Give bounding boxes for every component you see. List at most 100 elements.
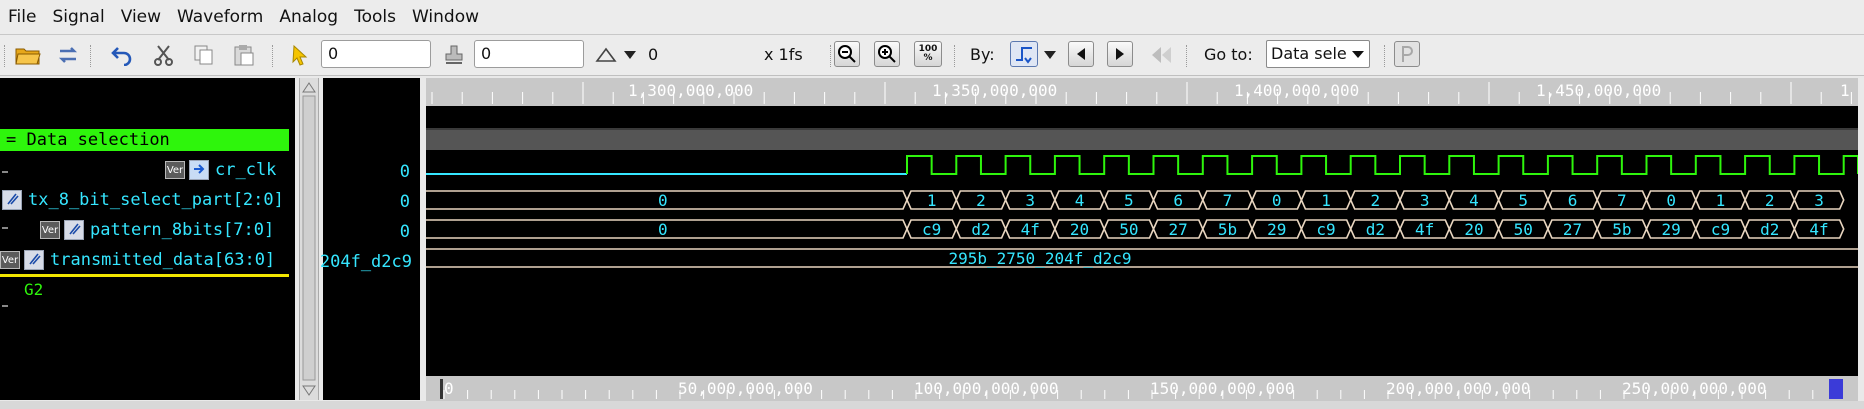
bus-value: 20 [1070, 220, 1089, 239]
bus-value: 7 [1617, 191, 1627, 210]
search-previous-icon[interactable] [1068, 41, 1094, 67]
tx-select-bus-waveform[interactable]: 1 2 3 4 5 6 7 0 1 2 3 4 5 6 7 0 1 2 3 [426, 190, 1845, 210]
bus-value: 2 [1765, 191, 1775, 210]
bus-value: 4f [1809, 220, 1828, 239]
overview-label: 0 [444, 379, 454, 398]
overview-viewport-indicator[interactable] [1829, 379, 1843, 399]
verilog-badge-icon: Ver [40, 221, 60, 239]
bus-value: 5b [1218, 220, 1237, 239]
toolbar-grip [4, 45, 7, 67]
bus-value: 5b [1612, 220, 1631, 239]
menu-signal[interactable]: Signal [44, 0, 112, 34]
signal-value: 204f_d2c9 [319, 252, 412, 272]
group-row-g2[interactable]: G2 [24, 276, 43, 302]
toolbar-separator [90, 45, 93, 67]
menu-window[interactable]: Window [404, 0, 487, 34]
reload-icon[interactable] [54, 41, 82, 69]
bus-value: 50 [1119, 220, 1138, 239]
clock-waveform[interactable] [426, 155, 1859, 175]
bus-value: c9 [1316, 220, 1335, 239]
search-back-disabled-icon[interactable] [1148, 41, 1176, 69]
transmitted-bus-waveform[interactable] [426, 248, 1858, 268]
bus-value: 50 [1514, 220, 1533, 239]
bus-value: 4 [1075, 191, 1085, 210]
overview-label: 150,000,000,000 [1150, 379, 1295, 398]
bus-value: 6 [1568, 191, 1578, 210]
signal-name: transmitted_data[63:0] [50, 250, 276, 270]
overview-label: 250,000,000,000 [1622, 379, 1767, 398]
bus-value: 0 [658, 191, 668, 210]
pause-disabled-icon[interactable] [1394, 41, 1420, 67]
bus-value: d2 [971, 220, 990, 239]
menu-view[interactable]: View [113, 0, 169, 34]
bus-signal-icon [64, 220, 84, 240]
ruler-label: 1,350,000,000 [932, 81, 1057, 100]
bus-value: 295b_2750_204f_d2c9 [948, 249, 1131, 268]
cursor-time-input[interactable]: 0 [321, 40, 431, 68]
menu-analog[interactable]: Analog [271, 0, 346, 34]
select-pointer-icon[interactable] [286, 41, 314, 69]
bus-value: c9 [922, 220, 941, 239]
ruler-label: 1,400,000,000 [1234, 81, 1359, 100]
group-band [426, 128, 1858, 150]
delta-icon [592, 41, 620, 69]
undo-icon[interactable] [108, 41, 136, 69]
bus-value: 27 [1169, 220, 1188, 239]
bus-value: 7 [1223, 191, 1233, 210]
bus-value: 2 [1371, 191, 1381, 210]
ruler-label: 1,300,000,000 [628, 81, 753, 100]
menu-file[interactable]: File [0, 0, 44, 34]
menu-waveform[interactable]: Waveform [169, 0, 271, 34]
bus-value: 1 [1716, 191, 1726, 210]
bus-value: d2 [1760, 220, 1779, 239]
signal-row-tx-select[interactable]: tx_8_bit_select_part[2:0] [2, 187, 284, 213]
search-next-icon[interactable] [1107, 41, 1133, 67]
search-by-edge-icon[interactable] [1010, 41, 1038, 67]
signal-row-transmitted[interactable]: Ver transmitted_data[63:0] [0, 247, 275, 273]
cut-icon[interactable] [150, 41, 178, 69]
toolbar-separator [1384, 45, 1387, 67]
zoom-in-icon[interactable] [874, 41, 900, 67]
signal-value: 0 [399, 192, 410, 212]
signal-row-pattern[interactable]: Ver pattern_8bits[7:0] [40, 217, 274, 243]
goto-dropdown-icon [1351, 41, 1367, 67]
toolbar: 0 0 0 x 1fs 100 % By: Go to: Data sele [0, 35, 1864, 76]
open-folder-icon[interactable] [14, 41, 42, 69]
verilog-badge-icon: Ver [0, 251, 20, 269]
bus-value: 0 [1272, 191, 1282, 210]
pattern-bus-waveform[interactable]: c9 d2 4f 20 50 27 5b 29 c9 d2 4f 20 50 27 5b 29 c9 d2 4f [426, 219, 1845, 239]
toolbar-separator [1186, 45, 1189, 67]
bus-value: 5 [1518, 191, 1528, 210]
marker-icon[interactable] [440, 41, 468, 69]
waveform-canvas[interactable]: 1,300,000,000 1,350,000,000 1,400,000,00… [426, 78, 1859, 403]
ruler-label: 1 [1840, 81, 1850, 100]
search-by-dropdown-icon[interactable] [1042, 41, 1058, 69]
bus-value: 0 [1666, 191, 1676, 210]
signal-name: pattern_8bits[7:0] [90, 220, 275, 240]
bus-value: 3 [1814, 191, 1824, 210]
copy-icon[interactable] [190, 41, 218, 69]
goto-select[interactable]: Data sele [1266, 40, 1370, 68]
signal-value-pane: 0 0 0 204f_d2c9 [319, 78, 420, 400]
goto-label: Go to: [1204, 45, 1253, 64]
menu-tools[interactable]: Tools [346, 0, 404, 34]
delta-value: 0 [648, 45, 659, 64]
group-header[interactable]: = Data selection [0, 129, 289, 151]
signal-value: 0 [399, 162, 410, 182]
paste-icon[interactable] [230, 41, 258, 69]
bus-signal-icon [24, 250, 44, 270]
waveform-pane[interactable]: 1,300,000,000 1,350,000,000 1,400,000,00… [426, 78, 1859, 403]
group-collapse-icon[interactable]: = [6, 130, 16, 150]
menu-bar: File Signal View Waveform Analog Tools W… [0, 0, 1864, 35]
marker-time-input[interactable]: 0 [474, 40, 584, 68]
signal-pane-scrollbar[interactable] [299, 78, 319, 400]
bus-value: 0 [658, 220, 668, 239]
bus-value: 4f [1021, 220, 1040, 239]
delta-dropdown-icon[interactable] [622, 41, 638, 69]
clock-pulse-train [906, 155, 1859, 175]
zoom-full-button[interactable]: 100 % [914, 41, 942, 67]
signal-row-cr-clk[interactable]: Ver cr_clk [165, 157, 276, 183]
bus-value: c9 [1711, 220, 1730, 239]
zoom-out-icon[interactable] [834, 41, 860, 67]
bus-value: 20 [1464, 220, 1483, 239]
